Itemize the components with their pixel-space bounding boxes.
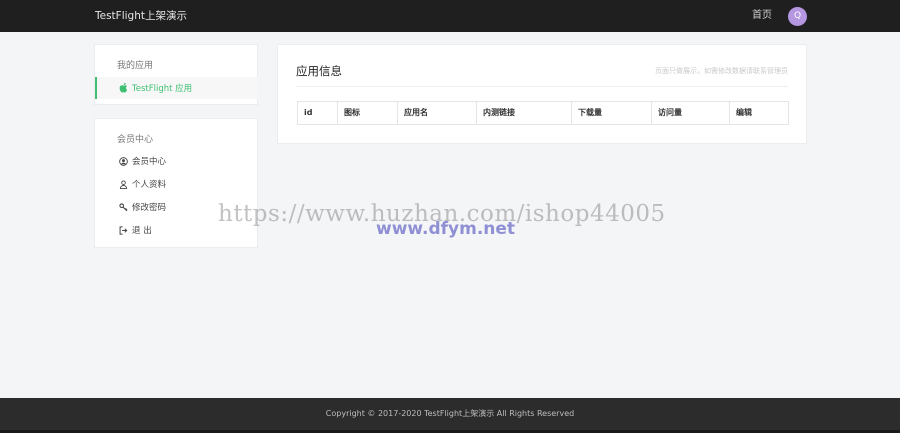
nav-home-link[interactable]: 首页	[752, 0, 772, 32]
page-title: 应用信息	[296, 64, 342, 78]
brand-title[interactable]: TestFlight上架演示	[95, 0, 187, 32]
table-header-edit: 编辑	[736, 108, 752, 117]
sidebar-item-profile[interactable]: 个人资料	[95, 173, 258, 195]
footer-copyright: Copyright © 2017-2020 TestFlight上架演示 All…	[325, 409, 575, 418]
divider	[296, 86, 788, 87]
sidebar-item-label: TestFlight 应用	[132, 84, 193, 94]
apple-icon	[118, 83, 128, 93]
sidebar-apps-title: 我的应用	[117, 61, 154, 71]
sidebar-item-label: 修改密码	[132, 203, 167, 213]
sidebar-apps-card: 我的应用 TestFlight 应用	[94, 44, 258, 105]
sidebar-item-member-center[interactable]: 会员中心	[95, 150, 258, 172]
table-header-app-name: 应用名	[398, 102, 477, 124]
key-icon	[118, 202, 128, 212]
sidebar-member-card: 会员中心 会员中心 个人资料 修改密码 退 出	[94, 118, 258, 248]
logout-icon	[118, 225, 128, 235]
app-info-panel: 应用信息 页面只做展示，如需修改数据请联系管理员 id 图标 应用名 内测链接 …	[277, 44, 807, 144]
sidebar-item-testflight-apps[interactable]: TestFlight 应用	[95, 77, 258, 99]
table-header-downloads: 下载量	[572, 102, 652, 124]
user-icon	[118, 179, 128, 189]
table-header-visits: 访问量	[652, 102, 730, 124]
sidebar-member-title: 会员中心	[117, 135, 154, 145]
footer: Copyright © 2017-2020 TestFlight上架演示 All…	[0, 398, 900, 433]
table-header-beta-link: 内测链接	[477, 102, 572, 124]
table-header-id: id	[298, 102, 338, 124]
user-circle-icon	[118, 156, 128, 166]
sidebar-item-label: 会员中心	[132, 157, 167, 167]
avatar[interactable]: Q	[788, 7, 807, 26]
sidebar-item-label: 个人资料	[132, 180, 167, 190]
apps-table: id 图标 应用名 内测链接 下载量 访问量 编辑	[297, 101, 789, 125]
notice-text: 页面只做展示，如需修改数据请联系管理员	[655, 67, 788, 75]
table-header-icon: 图标	[338, 102, 398, 124]
top-navbar: TestFlight上架演示 首页 Q	[0, 0, 900, 32]
sidebar-item-label: 退 出	[132, 226, 152, 236]
watermark-site: www.dfym.net	[376, 219, 516, 239]
